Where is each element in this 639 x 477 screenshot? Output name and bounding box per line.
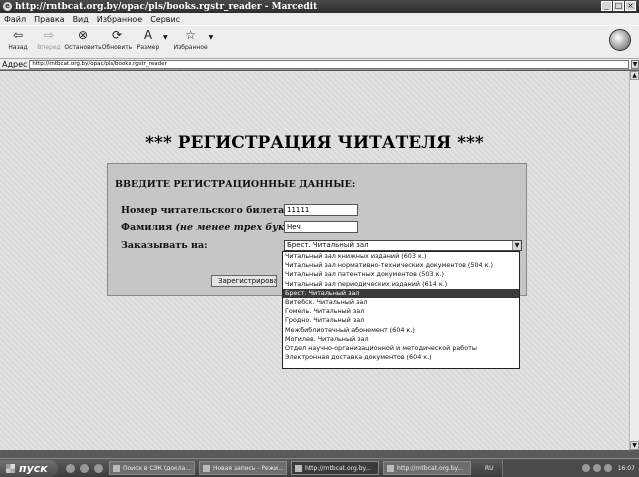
language-indicator[interactable]: RU	[485, 465, 494, 472]
forward-button[interactable]: ⇨ Вперед	[35, 28, 63, 51]
start-label: пуск	[19, 461, 48, 475]
size-button[interactable]: A Размер	[134, 28, 162, 51]
scroll-up-icon[interactable]: ▲	[630, 71, 639, 80]
page-content: *** РЕГИСТРАЦИЯ ЧИТАТЕЛЯ *** ВВЕДИТЕ РЕГ…	[0, 71, 629, 450]
option-item[interactable]: Могилев. Читальный зал	[283, 335, 519, 344]
back-button[interactable]: ⇦ Назад	[4, 28, 32, 51]
forward-label: Вперед	[37, 44, 61, 51]
window-icon	[113, 464, 120, 472]
address-dropdown-icon[interactable]: ▼	[631, 59, 639, 69]
register-button[interactable]: Зарегистрироваться	[211, 275, 277, 287]
reading-room-selected: Брест. Читальный зал	[287, 241, 369, 249]
favorites-icon: ☆	[185, 28, 196, 42]
favorites-dropdown-icon[interactable]: ▼	[209, 34, 214, 41]
windows-flag-icon	[6, 463, 15, 473]
size-dropdown-icon[interactable]: ▼	[163, 34, 168, 41]
task-label: Новая запись - Режи...	[213, 464, 284, 472]
menu-bar: Файл Правка Вид Избранное Сервис	[0, 13, 639, 25]
favorites-button[interactable]: ☆ Избранное	[174, 28, 208, 51]
order-label: Заказывать на:	[121, 240, 208, 251]
stop-button[interactable]: ⊗ Остановить	[64, 28, 102, 51]
refresh-label: Обновить	[101, 44, 133, 51]
refresh-icon: ⟳	[111, 28, 123, 42]
address-input[interactable]	[29, 59, 630, 69]
ie-icon: e	[3, 2, 12, 11]
surname-label: Фамилия	[121, 222, 173, 233]
quick-launch	[66, 463, 103, 473]
option-item[interactable]: Отдел научно-организационной и методичес…	[283, 344, 519, 353]
close-button[interactable]: ×	[625, 1, 636, 11]
volume-icon[interactable]	[592, 464, 601, 472]
minimize-button[interactable]: _	[601, 1, 612, 11]
antivirus-icon[interactable]	[603, 464, 612, 472]
toolbar: ⇦ Назад ⇨ Вперед ⊗ Остановить ⟳ Обновить…	[0, 25, 639, 59]
show-desktop-icon[interactable]	[66, 463, 75, 473]
option-item[interactable]: Читальный зал нормативно-технических док…	[283, 261, 519, 270]
taskbar-task[interactable]: http://rntbcat.org.by...	[383, 461, 471, 475]
ie-icon	[295, 464, 302, 472]
clock: 16:07	[617, 464, 635, 472]
option-item[interactable]: Читальный зал книжных изданий (603 к.)	[283, 252, 519, 261]
ie-icon	[387, 464, 394, 472]
stop-label: Остановить	[64, 44, 102, 51]
surname-hint: (не менее трех букв)	[175, 222, 296, 233]
option-item[interactable]: Читальный зал периодических изданий (614…	[283, 280, 519, 289]
window-titlebar: e http://rntbcat.org.by/opac/pls/books.r…	[0, 0, 639, 13]
option-item[interactable]: Электронная доставка документов (604 к.)	[283, 353, 519, 362]
taskbar-task[interactable]: Поиск в СЭК (докла...	[109, 461, 195, 475]
window-controls: _ □ ×	[601, 1, 636, 11]
ticket-label: Номер читательского билета:	[121, 205, 288, 216]
ticket-number-input[interactable]	[284, 204, 358, 216]
favorites-label: Избранное	[173, 44, 208, 51]
network-icon[interactable]	[581, 464, 590, 472]
windows-logo-icon	[609, 29, 631, 51]
page-title: *** РЕГИСТРАЦИЯ ЧИТАТЕЛЯ ***	[145, 133, 484, 153]
menu-favorites[interactable]: Избранное	[97, 15, 142, 24]
surname-label-row: Фамилия (не менее трех букв):	[121, 222, 299, 233]
option-item[interactable]: Витебск. Читальный зал	[283, 298, 519, 307]
refresh-button[interactable]: ⟳ Обновить	[101, 28, 133, 51]
system-tray: 16:07	[501, 459, 639, 477]
ie-quicklaunch-icon[interactable]	[80, 463, 89, 473]
task-label: Поиск в СЭК (докла...	[123, 464, 191, 472]
address-bar: Адрес ▼	[0, 59, 639, 70]
size-label: Размер	[136, 44, 160, 51]
taskbar: пуск Поиск в СЭК (докла... Новая запись …	[0, 458, 639, 477]
taskbar-task-active[interactable]: http://rntbcat.org.by...	[291, 461, 379, 475]
surname-input[interactable]	[284, 221, 358, 233]
taskbar-task[interactable]: Новая запись - Режи...	[199, 461, 287, 475]
back-arrow-icon: ⇦	[12, 28, 24, 42]
window-icon	[203, 464, 210, 472]
option-item[interactable]: Межбиблиотечный абонемент (604 к.)	[283, 326, 519, 335]
scroll-down-icon[interactable]: ▼	[630, 441, 639, 450]
address-label: Адрес	[2, 59, 28, 69]
back-label: Назад	[8, 44, 28, 51]
registration-heading: ВВЕДИТЕ РЕГИСТРАЦИОННЫЕ ДАННЫЕ:	[115, 179, 356, 190]
option-item[interactable]: Гомель. Читальный зал	[283, 307, 519, 316]
option-item[interactable]: Гродно. Читальный зал	[283, 316, 519, 325]
task-label: http://rntbcat.org.by...	[397, 464, 463, 472]
vertical-scrollbar[interactable]: ▲ ▼	[629, 71, 639, 450]
reading-room-options[interactable]: Читальный зал книжных изданий (603 к.) Ч…	[282, 251, 520, 369]
menu-tools[interactable]: Сервис	[150, 15, 180, 24]
stop-icon: ⊗	[77, 28, 89, 42]
menu-edit[interactable]: Правка	[34, 15, 64, 24]
media-player-icon[interactable]	[94, 463, 103, 473]
font-size-icon: A	[143, 28, 153, 42]
chevron-down-icon[interactable]: ▼	[512, 241, 521, 250]
option-item[interactable]: Читальный зал патентных документов (503 …	[283, 270, 519, 279]
reading-room-select[interactable]: Брест. Читальный зал ▼	[284, 240, 522, 251]
menu-file[interactable]: Файл	[4, 15, 26, 24]
menu-view[interactable]: Вид	[73, 15, 89, 24]
forward-arrow-icon: ⇨	[43, 28, 55, 42]
window-title: http://rntbcat.org.by/opac/pls/books.rgs…	[15, 1, 318, 12]
start-button[interactable]: пуск	[0, 459, 58, 477]
option-item-selected[interactable]: Брест. Читальный зал	[283, 288, 519, 298]
task-label: http://rntbcat.org.by...	[305, 464, 371, 472]
maximize-button[interactable]: □	[613, 1, 624, 11]
